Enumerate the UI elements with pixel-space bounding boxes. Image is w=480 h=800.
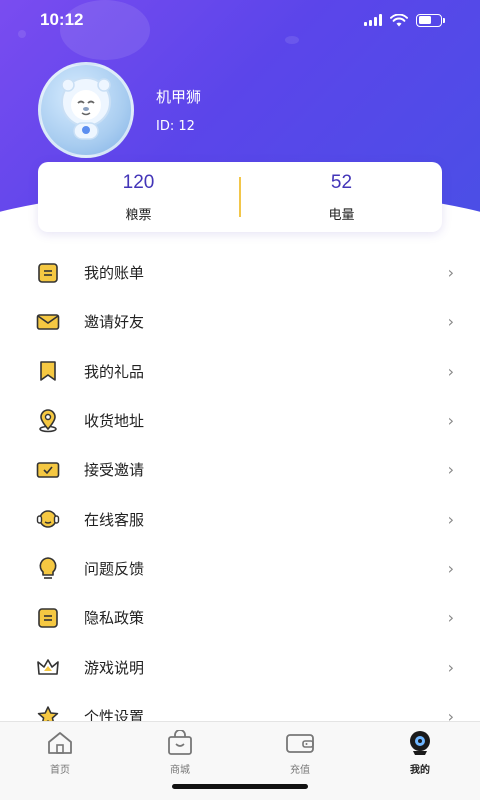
menu-item-label: 邀请好友	[84, 313, 145, 332]
chevron-right-icon: ›	[447, 657, 454, 677]
menu-item-label: 问题反馈	[84, 559, 145, 578]
stat-power[interactable]: 52 电量	[241, 172, 442, 223]
chevron-right-icon: ›	[447, 361, 454, 381]
home-icon	[45, 729, 75, 757]
status-time: 10:12	[40, 10, 84, 29]
crown-icon	[36, 655, 60, 679]
menu-item-label: 接受邀请	[84, 461, 145, 480]
home-indicator	[172, 784, 308, 789]
chevron-right-icon: ›	[447, 608, 454, 628]
tab-label: 充值	[290, 765, 310, 776]
chevron-right-icon: ›	[447, 263, 454, 283]
profile-name: 机甲狮	[156, 88, 202, 106]
stat-value: 52	[330, 171, 353, 193]
stat-food-tickets[interactable]: 120 粮票	[38, 172, 239, 223]
tab-mine[interactable]: 我的	[360, 722, 480, 800]
headset-icon	[36, 507, 60, 531]
stat-label: 粮票	[125, 207, 152, 223]
status-icons	[364, 13, 445, 27]
tab-home[interactable]: 首页	[0, 722, 120, 800]
stat-value: 120	[122, 171, 155, 193]
avatar[interactable]	[38, 62, 134, 158]
shopping-bag-icon	[165, 729, 195, 757]
wallet-icon	[285, 729, 315, 757]
menu-item-invite-friends[interactable]: 邀请好友 ›	[0, 297, 480, 346]
profile-section[interactable]: 机甲狮 ID: 12	[38, 62, 201, 158]
menu-item-privacy[interactable]: 隐私政策 ›	[0, 593, 480, 642]
check-mail-icon	[36, 458, 60, 482]
status-bar: 10:12	[0, 0, 480, 40]
chevron-right-icon: ›	[447, 411, 454, 431]
chevron-right-icon: ›	[447, 509, 454, 529]
wifi-icon	[390, 13, 408, 26]
stats-card: 120 粮票 52 电量	[38, 162, 442, 232]
location-icon	[36, 408, 60, 433]
tab-label: 商城	[170, 765, 190, 776]
document-icon	[36, 606, 60, 630]
menu-item-label: 隐私政策	[84, 609, 145, 628]
menu-item-bills[interactable]: 我的账单 ›	[0, 248, 480, 297]
profile-icon	[405, 729, 435, 757]
bookmark-icon	[36, 359, 60, 383]
envelope-icon	[36, 310, 60, 334]
menu-item-label: 收货地址	[84, 412, 145, 431]
bill-icon	[36, 261, 60, 285]
menu-item-label: 我的礼品	[84, 362, 145, 381]
menu-item-feedback[interactable]: 问题反馈 ›	[0, 544, 480, 593]
tab-label: 我的	[410, 765, 430, 776]
menu-item-address[interactable]: 收货地址 ›	[0, 396, 480, 445]
menu-item-label: 游戏说明	[84, 658, 145, 677]
menu-list: 我的账单 › 邀请好友 › 我的礼品 › 收货地址 › 接受邀请 › 在线客服 …	[0, 248, 480, 741]
profile-id: ID: 12	[156, 119, 195, 134]
lion-mascot-icon	[61, 77, 111, 140]
chevron-right-icon: ›	[447, 312, 454, 332]
bulb-icon	[36, 556, 60, 580]
battery-icon	[416, 13, 445, 27]
menu-item-gifts[interactable]: 我的礼品 ›	[0, 347, 480, 396]
signal-icon	[364, 14, 382, 26]
chevron-right-icon: ›	[447, 558, 454, 578]
stat-label: 电量	[328, 207, 355, 223]
chevron-right-icon: ›	[447, 460, 454, 480]
menu-item-label: 在线客服	[84, 510, 145, 529]
menu-item-accept-invite[interactable]: 接受邀请 ›	[0, 445, 480, 494]
tab-label: 首页	[50, 765, 70, 776]
menu-item-game-guide[interactable]: 游戏说明 ›	[0, 642, 480, 691]
menu-item-label: 我的账单	[84, 264, 145, 283]
menu-item-customer-service[interactable]: 在线客服 ›	[0, 494, 480, 543]
